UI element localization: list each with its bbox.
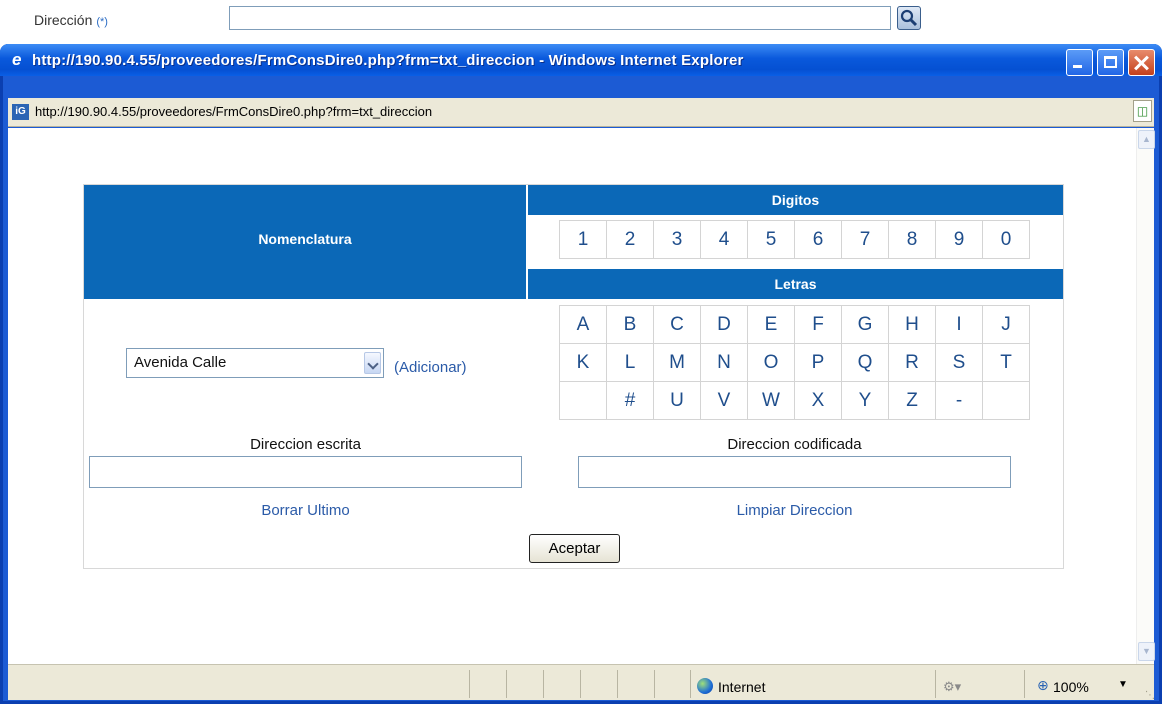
digit-key[interactable]: 8 (888, 220, 936, 259)
letter-key[interactable]: D (700, 305, 748, 344)
letter-key[interactable]: O (747, 343, 795, 382)
letter-key[interactable]: Y (841, 381, 889, 420)
letter-key[interactable]: A (559, 305, 607, 344)
status-divider (543, 670, 544, 698)
letter-key-empty (982, 381, 1030, 420)
letter-key[interactable]: Q (841, 343, 889, 382)
maximize-button[interactable] (1097, 49, 1124, 76)
site-favicon-icon: iG (12, 104, 29, 120)
letter-key[interactable]: I (935, 305, 983, 344)
limpiar-direccion-link[interactable]: Limpiar Direccion (578, 502, 1011, 519)
zoom-icon: ⊕ (1037, 677, 1049, 693)
minimize-button[interactable] (1066, 49, 1093, 76)
status-divider (935, 670, 936, 698)
letter-key[interactable]: E (747, 305, 795, 344)
nomenclatura-select[interactable]: Avenida Calle (126, 348, 384, 378)
digit-key[interactable]: 7 (841, 220, 889, 259)
direccion-codificada-label: Direccion codificada (727, 436, 862, 453)
letter-key-empty (559, 381, 607, 420)
globe-icon (697, 678, 713, 694)
search-icon (900, 9, 918, 27)
letras-header: Letras (528, 269, 1063, 299)
close-button[interactable] (1128, 49, 1155, 76)
status-divider (617, 670, 618, 698)
status-divider (580, 670, 581, 698)
select-value: Avenida Calle (134, 354, 227, 371)
letter-key[interactable]: C (653, 305, 701, 344)
letter-key[interactable]: Z (888, 381, 936, 420)
letter-key[interactable]: U (653, 381, 701, 420)
letter-key[interactable]: T (982, 343, 1030, 382)
address-url[interactable]: http://190.90.4.55/proveedores/FrmConsDi… (35, 104, 432, 119)
required-mark: (*) (96, 16, 108, 28)
digit-key[interactable]: 1 (559, 220, 607, 259)
direccion-escrita-label: Direccion escrita (250, 436, 361, 453)
letter-key[interactable]: M (653, 343, 701, 382)
digits-grid: 1 2 3 4 5 6 7 8 9 0 (559, 220, 1030, 259)
letter-key[interactable]: R (888, 343, 936, 382)
letter-key[interactable]: S (935, 343, 983, 382)
letters-grid: A B C D E F G H I J K L M N O P Q R S T … (559, 305, 1030, 420)
letter-key[interactable]: N (700, 343, 748, 382)
letter-key[interactable]: B (606, 305, 654, 344)
letter-key[interactable]: L (606, 343, 654, 382)
status-divider (654, 670, 655, 698)
scroll-down-icon[interactable]: ▼ (1138, 642, 1155, 661)
direccion-codificada-input[interactable] (578, 456, 1011, 488)
zoom-level[interactable]: 100% (1053, 679, 1089, 695)
search-button[interactable] (897, 6, 921, 30)
aceptar-button[interactable]: Aceptar (529, 534, 620, 563)
status-divider (690, 670, 691, 698)
adicionar-link[interactable]: (Adicionar) (394, 359, 467, 376)
minimize-icon (1073, 65, 1082, 68)
direccion-label: Dirección (*) (34, 12, 108, 28)
maximize-icon (1104, 56, 1117, 68)
letter-key[interactable]: W (747, 381, 795, 420)
resize-grip-icon[interactable]: ⋱ (1145, 690, 1155, 701)
zoom-dropdown-icon[interactable]: ▼ (1118, 679, 1128, 690)
digitos-header: Digitos (528, 185, 1063, 215)
digit-key[interactable]: 3 (653, 220, 701, 259)
direccion-escrita-input[interactable] (89, 456, 522, 488)
window-title: http://190.90.4.55/proveedores/FrmConsDi… (32, 52, 744, 69)
status-bar (8, 664, 1154, 700)
digit-key[interactable]: 5 (747, 220, 795, 259)
chevron-down-icon[interactable] (364, 352, 381, 374)
status-divider (469, 670, 470, 698)
digit-key[interactable]: 9 (935, 220, 983, 259)
status-divider (506, 670, 507, 698)
letter-key[interactable]: V (700, 381, 748, 420)
letter-key[interactable]: G (841, 305, 889, 344)
status-divider (1024, 670, 1025, 698)
scroll-up-icon[interactable]: ▲ (1138, 130, 1155, 149)
letter-key[interactable]: K (559, 343, 607, 382)
letter-key[interactable]: X (794, 381, 842, 420)
compatibility-icon[interactable]: ◫ (1133, 100, 1152, 122)
digit-key[interactable]: 4 (700, 220, 748, 259)
letter-key[interactable]: P (794, 343, 842, 382)
letter-key[interactable]: F (794, 305, 842, 344)
letter-key[interactable]: J (982, 305, 1030, 344)
borrar-ultimo-link[interactable]: Borrar Ultimo (89, 502, 522, 519)
digit-key[interactable]: 2 (606, 220, 654, 259)
letter-key[interactable]: - (935, 381, 983, 420)
vertical-scrollbar[interactable]: ▲ ▼ (1136, 128, 1155, 664)
ie-logo-icon: e (12, 50, 22, 69)
protected-mode-icon[interactable]: ⚙▾ (943, 679, 961, 695)
digit-key[interactable]: 0 (982, 220, 1030, 259)
nomenclatura-header: Nomenclatura (84, 185, 526, 299)
letter-key[interactable]: H (888, 305, 936, 344)
security-zone[interactable]: Internet (718, 679, 765, 695)
letter-key[interactable]: # (606, 381, 654, 420)
digit-key[interactable]: 6 (794, 220, 842, 259)
direccion-input[interactable] (229, 6, 891, 30)
